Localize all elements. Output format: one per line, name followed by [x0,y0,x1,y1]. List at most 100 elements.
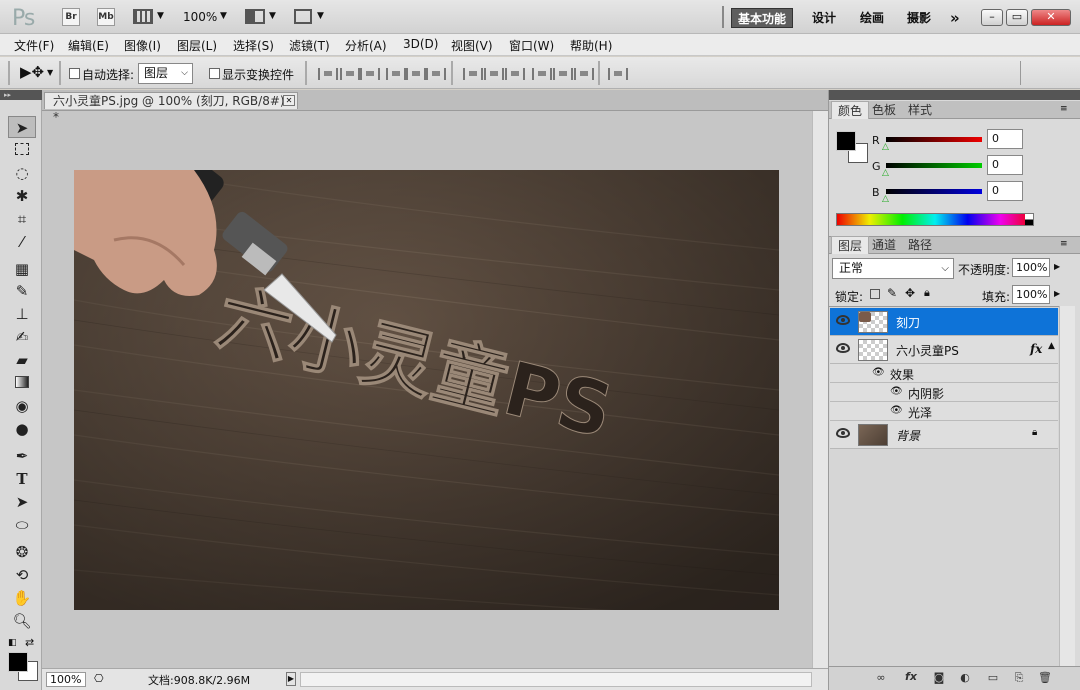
path-selection-tool-icon[interactable]: ➤ [8,491,36,513]
blue-slider[interactable] [886,189,982,194]
auto-select-checkbox[interactable] [69,68,80,79]
document-tab[interactable]: 六小灵童PS.jpg @ 100% (刻刀, RGB/8#) * [44,92,298,124]
history-brush-tool-icon[interactable]: ✍ [8,326,36,348]
layer-row-text[interactable]: 六小灵童PS fx ▲ [830,336,1058,364]
show-transform-checkbox[interactable] [209,68,220,79]
color-spectrum-bar[interactable] [836,213,1034,226]
clone-stamp-tool-icon[interactable]: ⊥ [8,303,36,325]
adjustment-layer-icon[interactable]: ◐ [957,671,973,684]
align-top-icon[interactable] [318,68,338,80]
move-tool-icon[interactable]: ▶✥ [20,63,44,81]
visibility-eye-icon[interactable]: 👁︎ [890,386,903,397]
tab-swatches[interactable]: 色板 [866,101,902,119]
marquee-tool-icon[interactable] [8,139,36,161]
blur-tool-icon[interactable]: ◉ [8,395,36,417]
layer-row-background[interactable]: 背景 🔒︎ [830,421,1058,449]
panel-collapse-icon[interactable]: ▸▸ [0,90,42,100]
align-bottom-icon[interactable] [360,68,380,80]
opacity-field[interactable]: 100% [1012,258,1050,277]
chevron-down-icon[interactable]: ▼ [220,11,227,21]
blue-value-field[interactable]: 0 [987,181,1023,201]
effect-row-satin[interactable]: 👁︎ 光泽 [830,402,1058,421]
collapse-effects-icon[interactable]: ▲ [1048,341,1055,351]
red-slider[interactable] [886,137,982,142]
chevron-down-icon[interactable]: ▼ [269,11,276,21]
menu-edit[interactable]: 编辑(E) [68,37,109,54]
status-info-icon[interactable]: ⎔ [94,672,104,685]
green-value-field[interactable]: 0 [987,155,1023,175]
view-extras-icon[interactable] [133,9,153,24]
visibility-eye-icon[interactable] [836,343,850,353]
menu-layer[interactable]: 图层(L) [177,37,217,54]
lock-transparent-icon[interactable] [870,289,880,299]
eraser-tool-icon[interactable]: ▰ [8,349,36,371]
effect-row-inner-shadow[interactable]: 👁︎ 内阴影 [830,383,1058,402]
distribute-hcenter-icon[interactable] [553,68,573,80]
distribute-right-icon[interactable] [574,68,594,80]
add-style-icon[interactable]: fx [903,670,919,683]
visibility-eye-icon[interactable] [836,428,850,438]
healing-brush-tool-icon[interactable]: ▦ [8,258,36,280]
slider-handle-icon[interactable]: △ [882,142,889,152]
menu-analysis[interactable]: 分析(A) [345,37,387,54]
crop-tool-icon[interactable]: ⌗ [8,208,36,230]
auto-select-dropdown[interactable]: 图层 ⌵ [138,63,193,84]
delete-layer-icon[interactable]: 🗑︎ [1037,671,1053,684]
dodge-tool-icon[interactable]: ● [8,418,36,440]
new-group-icon[interactable]: ▭ [985,671,1001,684]
screen-mode-icon[interactable] [294,9,312,24]
visibility-eye-icon[interactable]: 👁︎ [872,367,885,378]
green-slider[interactable] [886,163,982,168]
menu-window[interactable]: 窗口(W) [509,37,554,54]
status-menu-arrow-icon[interactable]: ▶ [286,672,296,686]
visibility-eye-icon[interactable]: 👁︎ [890,405,903,416]
fill-field[interactable]: 100% [1012,285,1050,304]
lock-image-icon[interactable]: ✎ [887,286,897,300]
workspace-essentials[interactable]: 基本功能 [731,8,794,28]
pen-tool-icon[interactable]: ✒ [8,445,36,467]
distribute-left-icon[interactable] [532,68,552,80]
slider-handle-icon[interactable]: △ [882,194,889,204]
fill-slider-arrow-icon[interactable]: ▶ [1054,289,1060,298]
workspace-design[interactable]: 设计 [812,8,836,28]
menu-view[interactable]: 视图(V) [451,37,493,54]
menu-3d[interactable]: 3D(D) [403,37,438,51]
menu-filter[interactable]: 滤镜(T) [289,37,330,54]
quick-select-tool-icon[interactable]: ✱ [8,185,36,207]
status-zoom-field[interactable]: 100% [46,672,86,687]
menu-image[interactable]: 图像(I) [124,37,161,54]
chevron-down-icon[interactable]: ▼ [157,11,164,21]
lasso-tool-icon[interactable]: ◌ [8,162,36,184]
color-fg-swatch[interactable] [836,131,856,151]
gradient-tool-icon[interactable] [8,372,36,394]
canvas-image[interactable]: 六小灵童PS [74,170,779,610]
lock-all-icon[interactable]: 🔒︎ [924,286,930,300]
more-workspaces-icon[interactable]: » [950,8,960,28]
horizontal-scrollbar[interactable] [300,672,812,687]
close-tab-icon[interactable]: ✕ [283,95,295,106]
visibility-eye-icon[interactable] [836,315,850,325]
effects-row[interactable]: 👁︎ 效果 [830,364,1058,383]
tab-styles[interactable]: 样式 [902,101,938,119]
slider-handle-icon[interactable]: △ [882,168,889,178]
type-tool-icon[interactable]: T [8,468,36,490]
workspace-painting[interactable]: 绘画 [860,8,884,28]
chevron-down-icon[interactable]: ▼ [317,11,324,21]
link-layers-icon[interactable]: ∞ [873,671,889,684]
tab-layers[interactable]: 图层 [831,236,870,254]
minimize-button[interactable]: – [981,9,1003,26]
zoom-tool-icon[interactable]: 🔍︎ [8,610,36,632]
menu-file[interactable]: 文件(F) [14,37,54,54]
workspace-photography[interactable]: 摄影 [907,8,931,28]
align-right-icon[interactable] [426,68,446,80]
blend-mode-dropdown[interactable]: 正常 ⌵ [832,258,954,279]
bridge-button[interactable]: Br [62,8,80,26]
chevron-down-icon[interactable]: ▼ [47,68,53,77]
mini-bridge-button[interactable]: Mb [97,8,115,26]
arrange-documents-icon[interactable] [245,9,265,24]
distribute-top-icon[interactable] [463,68,483,80]
red-value-field[interactable]: 0 [987,129,1023,149]
tab-channels[interactable]: 通道 [866,236,902,254]
move-tool-icon[interactable]: ➤ [8,116,36,138]
ellipse-tool-icon[interactable]: ⬭ [8,514,36,536]
